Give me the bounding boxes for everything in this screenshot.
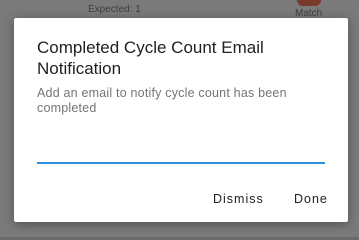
email-notification-dialog: Completed Cycle Count Email Notification… [14,18,348,222]
dismiss-button[interactable]: Dismiss [213,192,264,206]
dialog-title: Completed Cycle Count Email Notification [37,38,264,78]
background-match-badge [297,0,321,6]
dialog-message: Add an email to notify cycle count has b… [37,86,287,115]
done-button[interactable]: Done [294,192,328,206]
background-expected-label: Expected: 1 [88,4,141,15]
email-input[interactable] [37,138,325,164]
